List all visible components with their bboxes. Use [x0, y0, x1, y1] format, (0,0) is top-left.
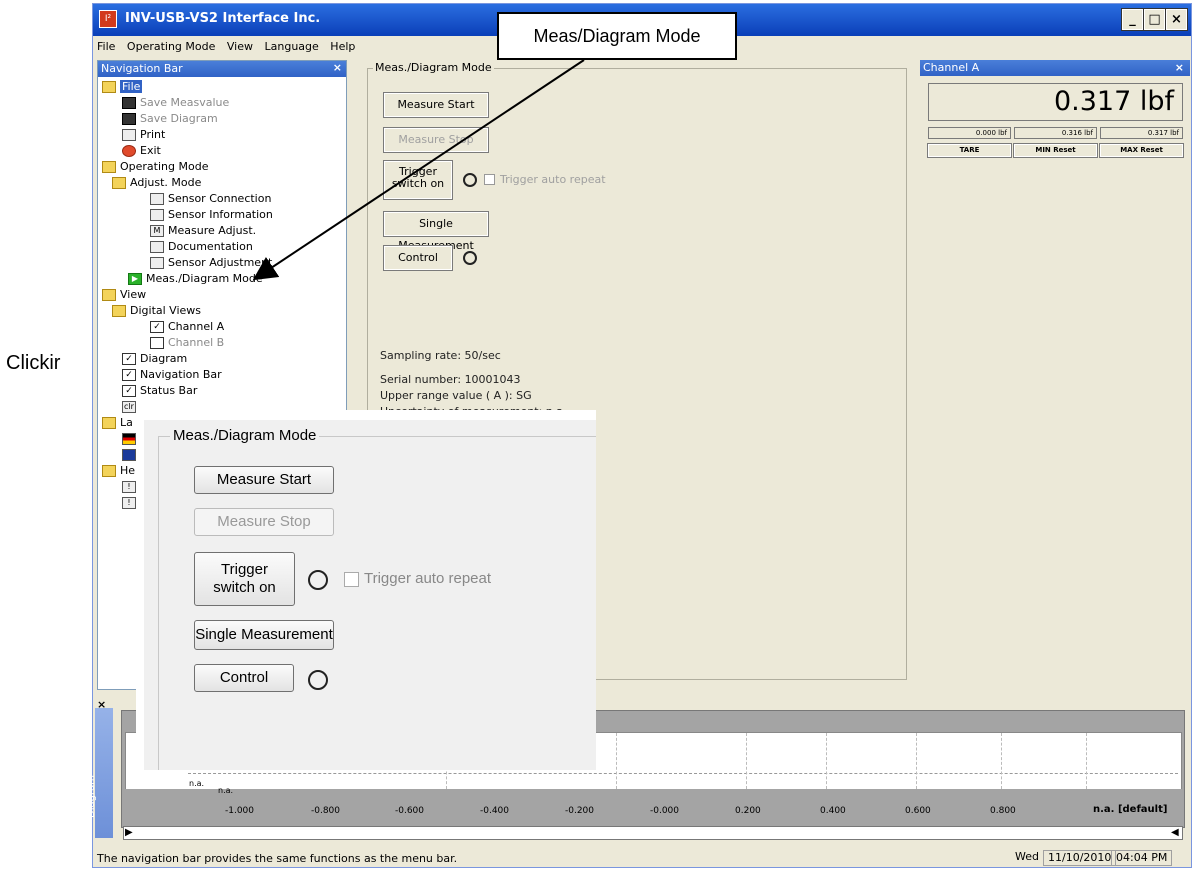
zoom-trigger-auto-repeat-label: Trigger auto repeat — [364, 570, 492, 587]
zoom-group-label: Meas./Diagram Mode — [170, 427, 320, 444]
zoom-single-measurement-button[interactable]: Single Measurement — [194, 620, 334, 650]
zoom-measure-stop-button[interactable]: Measure Stop — [194, 508, 334, 536]
zoom-trigger-switch-on-button[interactable]: Trigger switch on — [194, 552, 295, 606]
zoom-trigger-line2: switch on — [213, 579, 276, 596]
zoom-trigger-auto-repeat-checkbox[interactable] — [344, 572, 359, 587]
zoom-trigger-indicator — [308, 570, 328, 590]
zoom-control-button[interactable]: Control — [194, 664, 294, 692]
arrow-line — [252, 59, 585, 281]
zoom-measure-start-button[interactable]: Measure Start — [194, 466, 334, 494]
zoom-control-indicator — [308, 670, 328, 690]
zoom-trigger-line1: Trigger — [221, 561, 268, 578]
zoom-inset: Meas./Diagram Mode Measure Start Measure… — [136, 410, 596, 770]
